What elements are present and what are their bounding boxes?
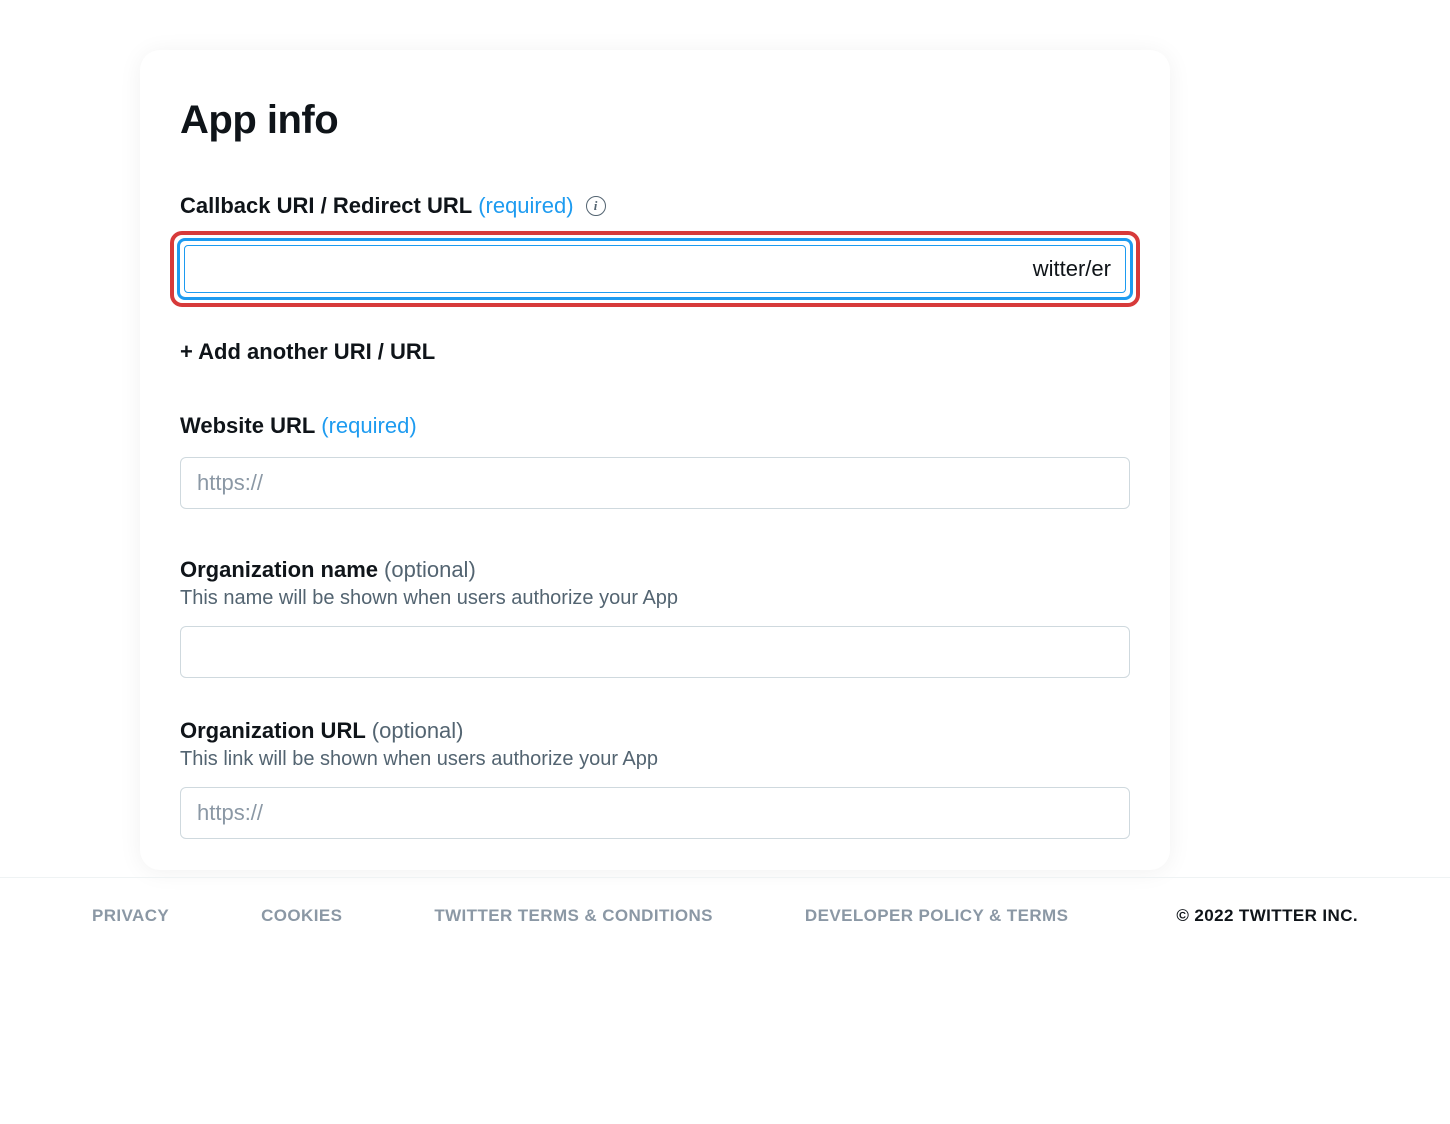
footer-link-terms[interactable]: Twitter Terms & Conditions [434, 906, 713, 926]
org-url-label-row: Organization URL (optional) [180, 718, 1130, 744]
callback-focus-ring [177, 238, 1133, 300]
org-url-field-block: Organization URL (optional) This link wi… [180, 718, 1130, 839]
callback-highlight-box [170, 231, 1140, 307]
org-name-label-row: Organization name (optional) [180, 557, 1130, 583]
org-name-field-block: Organization name (optional) This name w… [180, 557, 1130, 678]
org-name-optional-tag: (optional) [384, 557, 476, 583]
app-info-card: App info Callback URI / Redirect URL (re… [140, 50, 1170, 870]
callback-label: Callback URI / Redirect URL [180, 193, 472, 219]
website-label: Website URL [180, 413, 315, 439]
org-name-hint: This name will be shown when users autho… [180, 587, 1130, 610]
callback-label-row: Callback URI / Redirect URL (required) [180, 193, 1130, 219]
org-url-label: Organization URL [180, 718, 366, 744]
org-name-label: Organization name [180, 557, 378, 583]
footer-links: Privacy Cookies Twitter Terms & Conditio… [92, 906, 1068, 926]
page-footer: Privacy Cookies Twitter Terms & Conditio… [0, 877, 1450, 926]
website-field-block: Website URL (required) [180, 413, 1130, 509]
add-uri-button[interactable]: + Add another URI / URL [180, 339, 435, 365]
callback-field-block: Callback URI / Redirect URL (required) +… [180, 193, 1130, 365]
callback-required-tag: (required) [478, 193, 573, 219]
org-name-input[interactable] [180, 626, 1130, 678]
website-required-tag: (required) [321, 413, 416, 439]
footer-link-dev-terms[interactable]: Developer Policy & Terms [805, 906, 1068, 926]
org-url-optional-tag: (optional) [372, 718, 464, 744]
footer-link-cookies[interactable]: Cookies [261, 906, 342, 926]
footer-link-privacy[interactable]: Privacy [92, 906, 169, 926]
website-url-input[interactable] [180, 457, 1130, 509]
footer-copyright: © 2022 TWITTER INC. [1176, 906, 1358, 926]
org-url-input[interactable] [180, 787, 1130, 839]
website-label-row: Website URL (required) [180, 413, 1130, 439]
info-icon[interactable] [586, 196, 606, 216]
callback-uri-input[interactable] [184, 245, 1126, 293]
section-title: App info [180, 98, 1130, 143]
org-url-hint: This link will be shown when users autho… [180, 748, 1130, 771]
